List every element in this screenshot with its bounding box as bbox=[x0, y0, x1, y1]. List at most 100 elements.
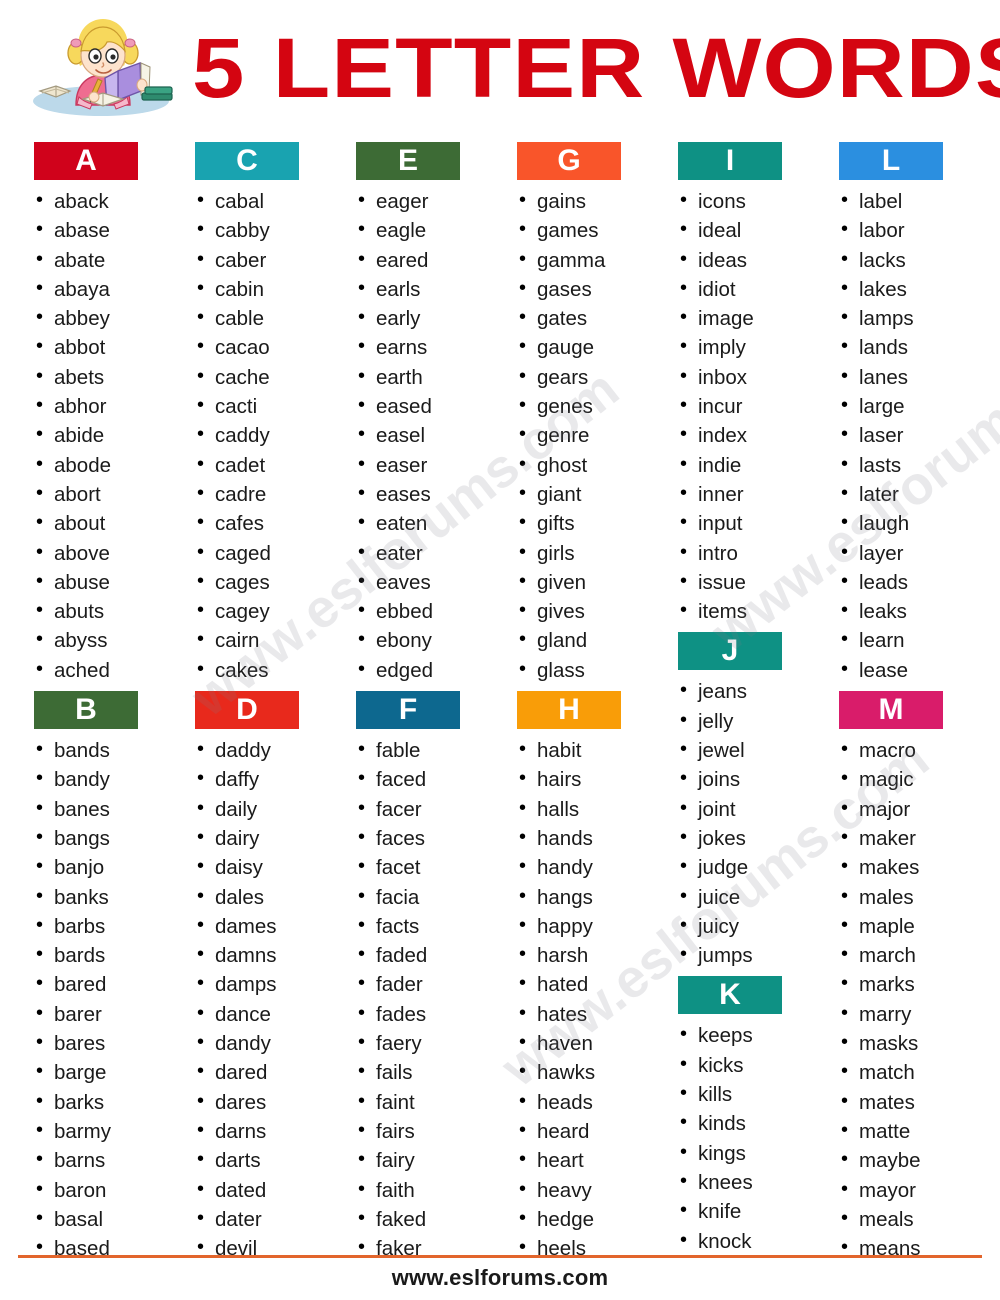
list-item: jewel bbox=[676, 735, 813, 765]
list-item: eases bbox=[354, 479, 491, 509]
list-item: gives bbox=[515, 596, 652, 626]
list-item: early bbox=[354, 303, 491, 333]
list-item: barmy bbox=[32, 1116, 169, 1146]
list-item: mates bbox=[837, 1087, 974, 1117]
list-item: giant bbox=[515, 479, 652, 509]
list-item: inner bbox=[676, 479, 813, 509]
list-item: laser bbox=[837, 420, 974, 450]
list-item: banes bbox=[32, 794, 169, 824]
list-item: juice bbox=[676, 882, 813, 912]
list-item: inbox bbox=[676, 362, 813, 392]
list-item: gears bbox=[515, 362, 652, 392]
list-item: eater bbox=[354, 538, 491, 568]
column-6: L label labor lacks lakes lamps lands la… bbox=[831, 136, 974, 1263]
list-item: aback bbox=[32, 186, 169, 216]
list-item: fader bbox=[354, 969, 491, 999]
list-item: hangs bbox=[515, 882, 652, 912]
letter-header-k: K bbox=[678, 976, 782, 1015]
list-item: eased bbox=[354, 391, 491, 421]
list-item: heavy bbox=[515, 1174, 652, 1205]
list-item: dandy bbox=[193, 1028, 330, 1058]
letter-header-f: F bbox=[356, 691, 460, 730]
list-item: cabal bbox=[193, 186, 330, 216]
list-item: cafes bbox=[193, 508, 330, 538]
list-item: issue bbox=[676, 567, 813, 597]
list-item: cadre bbox=[193, 479, 330, 509]
list-item: knock bbox=[676, 1225, 813, 1256]
list-item: lasts bbox=[837, 450, 974, 480]
list-item: jelly bbox=[676, 706, 813, 736]
list-item: abort bbox=[32, 479, 169, 509]
letter-header-m: M bbox=[839, 691, 943, 730]
list-item: hated bbox=[515, 969, 652, 999]
list-item: eaves bbox=[354, 567, 491, 597]
list-item: abbot bbox=[32, 332, 169, 362]
word-list-f: fable faced facer faces facet facia fact… bbox=[348, 735, 491, 1263]
list-item: maple bbox=[837, 911, 974, 941]
list-item: cable bbox=[193, 303, 330, 333]
list-item: faces bbox=[354, 823, 491, 853]
letter-header-a: A bbox=[34, 142, 138, 180]
list-item: ached bbox=[32, 655, 169, 685]
list-item: abaya bbox=[32, 274, 169, 304]
list-item: fades bbox=[354, 999, 491, 1029]
list-item: faced bbox=[354, 764, 491, 794]
list-item: edged bbox=[354, 655, 491, 685]
list-item: intro bbox=[676, 538, 813, 568]
word-list-g: gains games gamma gases gates gauge gear… bbox=[509, 186, 652, 685]
list-item: bares bbox=[32, 1028, 169, 1058]
list-item: mayor bbox=[837, 1174, 974, 1205]
list-item: kills bbox=[676, 1079, 813, 1109]
list-item: juicy bbox=[676, 911, 813, 941]
list-item: lanes bbox=[837, 362, 974, 392]
list-item: kings bbox=[676, 1138, 813, 1168]
list-item: ideas bbox=[676, 245, 813, 275]
list-item: leaks bbox=[837, 596, 974, 626]
word-list-j: jeans jelly jewel joins joint jokes judg… bbox=[670, 676, 813, 970]
list-item: facet bbox=[354, 852, 491, 882]
list-item: barks bbox=[32, 1087, 169, 1117]
girl-reading-book-illustration bbox=[26, 13, 176, 123]
list-item: glass bbox=[515, 655, 652, 685]
list-item: icons bbox=[676, 186, 813, 216]
list-item: bands bbox=[32, 735, 169, 765]
column-5: I icons ideal ideas idiot image imply in… bbox=[670, 136, 813, 1263]
list-item: facts bbox=[354, 911, 491, 941]
list-item: matte bbox=[837, 1116, 974, 1146]
list-item: darns bbox=[193, 1116, 330, 1146]
list-item: haven bbox=[515, 1028, 652, 1058]
list-item: genre bbox=[515, 420, 652, 450]
list-item: cakes bbox=[193, 655, 330, 685]
list-item: eared bbox=[354, 245, 491, 275]
list-item: dater bbox=[193, 1204, 330, 1234]
list-item: kinds bbox=[676, 1108, 813, 1138]
word-list-b: bands bandy banes bangs banjo banks barb… bbox=[26, 735, 169, 1263]
list-item: barge bbox=[32, 1057, 169, 1087]
list-item: abuse bbox=[32, 567, 169, 597]
list-item: gifts bbox=[515, 508, 652, 538]
list-item: dance bbox=[193, 999, 330, 1029]
list-item: gains bbox=[515, 186, 652, 216]
list-item: given bbox=[515, 567, 652, 597]
list-item: genes bbox=[515, 391, 652, 421]
page-header: 5 LETTER WORDS bbox=[0, 0, 1000, 136]
word-list-l: label labor lacks lakes lamps lands lane… bbox=[831, 186, 974, 685]
list-item: daisy bbox=[193, 852, 330, 882]
list-item: abase bbox=[32, 215, 169, 245]
list-item: baron bbox=[32, 1174, 169, 1205]
list-item: abhor bbox=[32, 391, 169, 421]
letter-header-e: E bbox=[356, 142, 460, 180]
word-list-e: eager eagle eared earls early earns eart… bbox=[348, 186, 491, 685]
list-item: laugh bbox=[837, 508, 974, 538]
list-item: heart bbox=[515, 1145, 652, 1175]
list-item: caged bbox=[193, 538, 330, 568]
list-item: cabin bbox=[193, 274, 330, 304]
list-item: joint bbox=[676, 794, 813, 824]
list-item: gases bbox=[515, 274, 652, 304]
list-item: hedge bbox=[515, 1204, 652, 1234]
column-4: G gains games gamma gases gates gauge ge… bbox=[509, 136, 652, 1263]
list-item: imply bbox=[676, 332, 813, 362]
list-item: lacks bbox=[837, 245, 974, 275]
list-item: kicks bbox=[676, 1050, 813, 1080]
list-item: index bbox=[676, 420, 813, 450]
